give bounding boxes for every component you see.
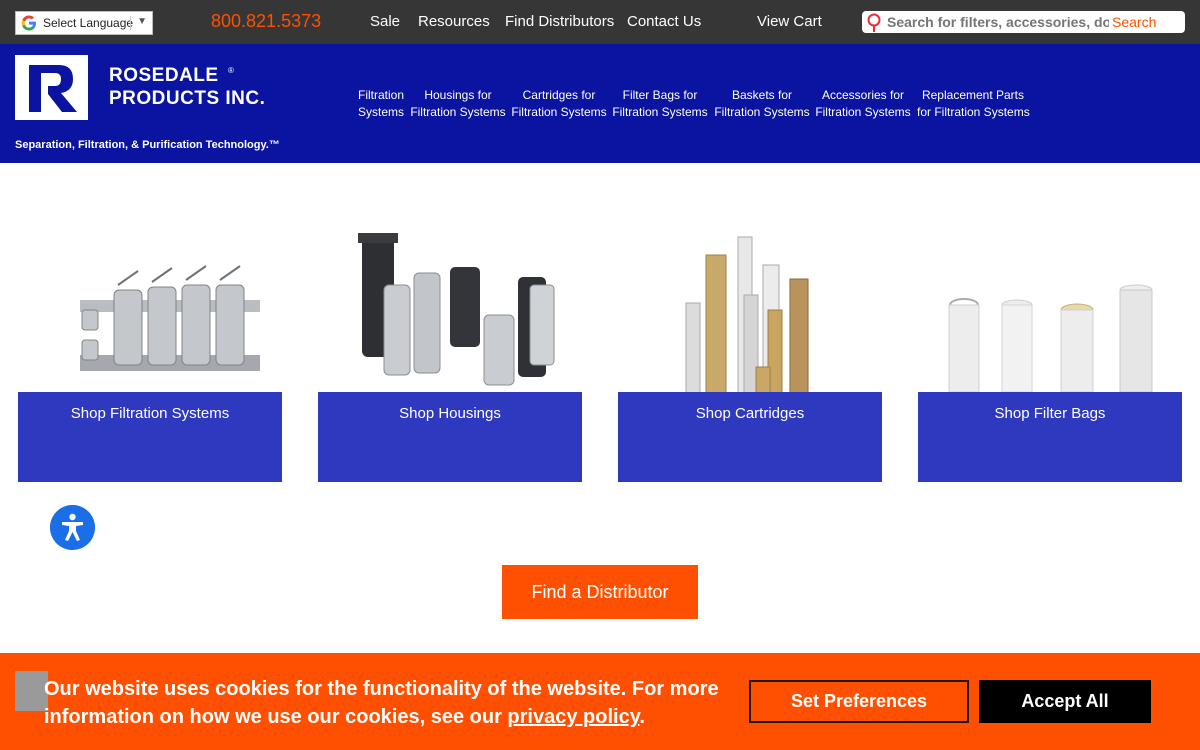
nav-label: Filtration Systems xyxy=(511,105,607,119)
filtration-systems-image xyxy=(80,265,260,371)
divider xyxy=(130,16,131,30)
find-distributors-link[interactable]: Find Distributors xyxy=(505,13,614,30)
contact-us-link[interactable]: Contact Us xyxy=(627,13,701,30)
nav-label: for Filtration Systems xyxy=(917,105,1030,119)
nav-housings[interactable]: Housings for Filtration Systems xyxy=(410,87,506,121)
search-bar: Search xyxy=(862,11,1185,33)
nav-label: Replacement Parts xyxy=(921,88,1025,102)
brand-name-line2: PRODUCTS INC. xyxy=(109,88,266,109)
nav-label: Housings for xyxy=(424,88,492,102)
category-label: Shop Filter Bags xyxy=(994,405,1106,422)
nav-label: Accessories for xyxy=(821,88,905,102)
google-icon xyxy=(21,15,36,31)
accept-all-button[interactable]: Accept All xyxy=(979,680,1151,723)
nav-label: Filter Bags for xyxy=(622,88,698,102)
location-pin-icon xyxy=(867,13,881,32)
page: Select Language ▼ 800.821.5373 Sale Reso… xyxy=(0,0,1200,750)
view-cart-link[interactable]: View Cart xyxy=(757,13,822,30)
nav-cartridges[interactable]: Cartridges for Filtration Systems xyxy=(511,87,607,121)
cookie-banner: Our website uses cookies for the functio… xyxy=(0,653,1200,750)
nav-label: Baskets for xyxy=(731,88,793,102)
search-input[interactable] xyxy=(887,13,1109,31)
registered-mark: ® xyxy=(228,66,234,75)
find-distributor-button[interactable]: Find a Distributor xyxy=(502,565,698,619)
nav-filter-bags[interactable]: Filter Bags for Filtration Systems xyxy=(612,87,708,121)
rosedale-logo-icon[interactable] xyxy=(15,55,88,120)
nav-baskets[interactable]: Baskets for Filtration Systems xyxy=(714,87,810,121)
housings-image xyxy=(358,233,555,386)
language-selector[interactable]: Select Language ▼ xyxy=(15,11,153,35)
cartridges-image xyxy=(685,236,809,392)
filter-bags-image xyxy=(948,284,1153,392)
language-label: Select Language xyxy=(43,16,134,30)
nav-label: Filtration Systems xyxy=(612,105,708,119)
nav-replacement-parts[interactable]: Replacement Parts for Filtration Systems xyxy=(917,87,1030,121)
brand-name-line1: ROSEDALE xyxy=(109,65,219,86)
nav-label: Filtration Systems xyxy=(815,105,911,119)
tagline: Separation, Filtration, & Purification T… xyxy=(15,139,280,151)
nav-label: Filtration xyxy=(358,88,405,102)
category-label: Shop Housings xyxy=(399,405,501,422)
privacy-policy-link[interactable]: privacy policy xyxy=(507,706,639,728)
nav-label: Filtration Systems xyxy=(410,105,506,119)
category-filtration-systems[interactable]: Shop Filtration Systems xyxy=(18,195,282,482)
category-filter-bags[interactable]: Shop Filter Bags xyxy=(918,195,1182,482)
nav-label: Systems xyxy=(358,105,405,119)
nav-label: Cartridges for xyxy=(522,88,596,102)
category-housings[interactable]: Shop Housings xyxy=(318,195,582,482)
cookie-message: Our website uses cookies for the functio… xyxy=(44,675,744,731)
category-label: Shop Filtration Systems xyxy=(70,405,230,422)
top-bar: Select Language ▼ 800.821.5373 Sale Reso… xyxy=(0,0,1200,44)
sale-link[interactable]: Sale xyxy=(370,13,400,30)
set-preferences-button[interactable]: Set Preferences xyxy=(749,680,969,723)
resources-link[interactable]: Resources xyxy=(418,13,490,30)
site-header: ROSEDALE ® PRODUCTS INC. Separation, Fil… xyxy=(0,44,1200,163)
nav-accessories[interactable]: Accessories for Filtration Systems xyxy=(815,87,911,121)
chevron-down-icon: ▼ xyxy=(137,16,147,27)
search-button[interactable]: Search xyxy=(1112,14,1156,30)
nav-filtration-systems[interactable]: Filtration Systems xyxy=(358,87,404,121)
cookie-text-end: . xyxy=(639,706,645,728)
category-label: Shop Cartridges xyxy=(695,405,805,422)
phone-link[interactable]: 800.821.5373 xyxy=(211,11,321,32)
accessibility-icon[interactable] xyxy=(50,505,95,550)
category-cartridges[interactable]: Shop Cartridges xyxy=(618,195,882,482)
nav-label: Filtration Systems xyxy=(714,105,810,119)
